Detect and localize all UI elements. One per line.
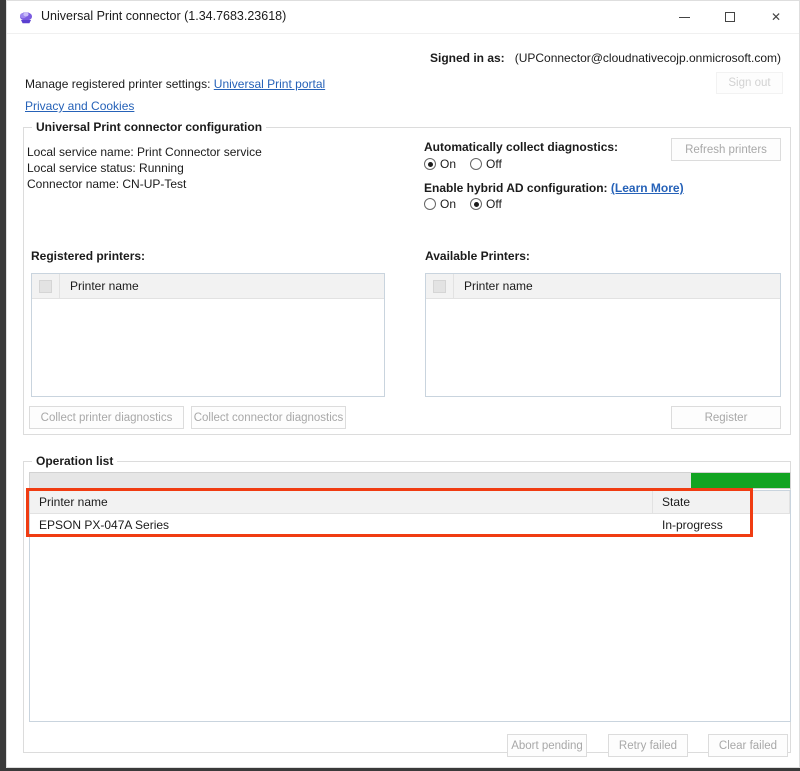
minimize-icon xyxy=(678,16,690,18)
service-info: Local service name: Print Connector serv… xyxy=(27,144,262,192)
retry-failed-button[interactable]: Retry failed xyxy=(608,734,688,757)
operation-column-state[interactable]: State xyxy=(653,491,753,513)
operation-cell-spacer xyxy=(753,514,790,536)
diagnostics-on-label[interactable]: On xyxy=(440,157,456,171)
registered-printers-header: Printer name xyxy=(32,274,384,299)
maximize-button[interactable] xyxy=(707,1,753,33)
collect-printer-diagnostics-button[interactable]: Collect printer diagnostics xyxy=(29,406,184,429)
title-bar: Universal Print connector (1.34.7683.236… xyxy=(7,1,799,34)
operation-progress-bar xyxy=(29,472,791,489)
available-printers-list[interactable]: Printer name xyxy=(425,273,781,397)
sign-out-button[interactable]: Sign out xyxy=(716,72,783,94)
diagnostics-off-radio[interactable] xyxy=(470,158,483,170)
diagnostics-radio-group: On Off xyxy=(424,157,516,171)
registered-select-all-cell[interactable] xyxy=(32,274,60,298)
operation-list-legend: Operation list xyxy=(32,454,118,468)
refresh-printers-button[interactable]: Refresh printers xyxy=(671,138,781,161)
signed-in-account: (UPConnector@cloudnativecojp.onmicrosoft… xyxy=(514,51,781,65)
hybrid-on-radio[interactable] xyxy=(424,198,436,210)
table-row[interactable]: EPSON PX-047A Series In-progress xyxy=(30,514,790,536)
operation-column-spacer xyxy=(753,491,790,513)
privacy-and-cookies-link[interactable]: Privacy and Cookies xyxy=(25,99,134,113)
available-select-all-cell[interactable] xyxy=(426,274,454,298)
diagnostics-on-radio[interactable] xyxy=(424,158,436,170)
universal-print-portal-link[interactable]: Universal Print portal xyxy=(214,77,325,91)
collect-connector-diagnostics-button[interactable]: Collect connector diagnostics xyxy=(191,406,346,429)
operation-list-header: Printer name State xyxy=(30,491,790,514)
signed-in-status: Signed in as: (UPConnector@cloudnativeco… xyxy=(430,51,781,65)
hybrid-on-label[interactable]: On xyxy=(440,197,456,211)
registered-printers-list[interactable]: Printer name xyxy=(31,273,385,397)
app-window: Universal Print connector (1.34.7683.236… xyxy=(6,0,800,768)
register-button[interactable]: Register xyxy=(671,406,781,429)
diagnostics-off-label[interactable]: Off xyxy=(486,157,502,171)
clear-failed-button[interactable]: Clear failed xyxy=(708,734,788,757)
privacy-line: Privacy and Cookies xyxy=(25,99,134,113)
local-service-name: Local service name: Print Connector serv… xyxy=(27,145,262,159)
close-button[interactable]: ✕ xyxy=(753,1,799,33)
operation-cell-state: In-progress xyxy=(662,518,723,532)
operation-list-table[interactable]: Printer name State EPSON PX-047A Series … xyxy=(29,490,791,722)
abort-pending-button[interactable]: Abort pending xyxy=(507,734,587,757)
hybrid-ad-label: Enable hybrid AD configuration: xyxy=(424,181,608,195)
available-printers-header: Printer name xyxy=(426,274,780,299)
available-printers-label: Available Printers: xyxy=(425,249,530,263)
hybrid-off-radio[interactable] xyxy=(470,198,483,210)
local-service-status: Local service status: Running xyxy=(27,161,184,175)
diagnostics-title: Automatically collect diagnostics: xyxy=(424,140,619,154)
operation-progress-fill xyxy=(691,473,790,488)
hybrid-ad-learn-more-link[interactable]: (Learn More) xyxy=(611,181,684,195)
connector-name: Connector name: CN-UP-Test xyxy=(27,177,187,191)
checkbox-icon[interactable] xyxy=(433,279,446,293)
hybrid-ad-title: Enable hybrid AD configuration: (Learn M… xyxy=(424,181,684,195)
hybrid-off-label[interactable]: Off xyxy=(486,197,502,211)
maximize-icon xyxy=(725,12,735,22)
signed-in-label: Signed in as: xyxy=(430,51,505,65)
manage-settings-line: Manage registered printer settings: Univ… xyxy=(25,77,325,91)
registered-column-printer-name[interactable]: Printer name xyxy=(60,274,384,298)
operation-column-printer-name[interactable]: Printer name xyxy=(30,491,653,513)
close-icon: ✕ xyxy=(770,10,782,24)
window-title: Universal Print connector (1.34.7683.236… xyxy=(41,9,287,23)
operation-cell-printer-name: EPSON PX-047A Series xyxy=(39,518,170,532)
connector-configuration-legend: Universal Print connector configuration xyxy=(32,120,267,134)
registered-printers-label: Registered printers: xyxy=(31,249,146,263)
available-column-printer-name[interactable]: Printer name xyxy=(454,274,780,298)
manage-settings-label: Manage registered printer settings: xyxy=(25,77,211,91)
hybrid-ad-radio-group: On Off xyxy=(424,197,516,211)
minimize-button[interactable] xyxy=(661,1,707,33)
checkbox-icon[interactable] xyxy=(39,279,52,293)
cloud-printer-icon xyxy=(17,9,35,27)
